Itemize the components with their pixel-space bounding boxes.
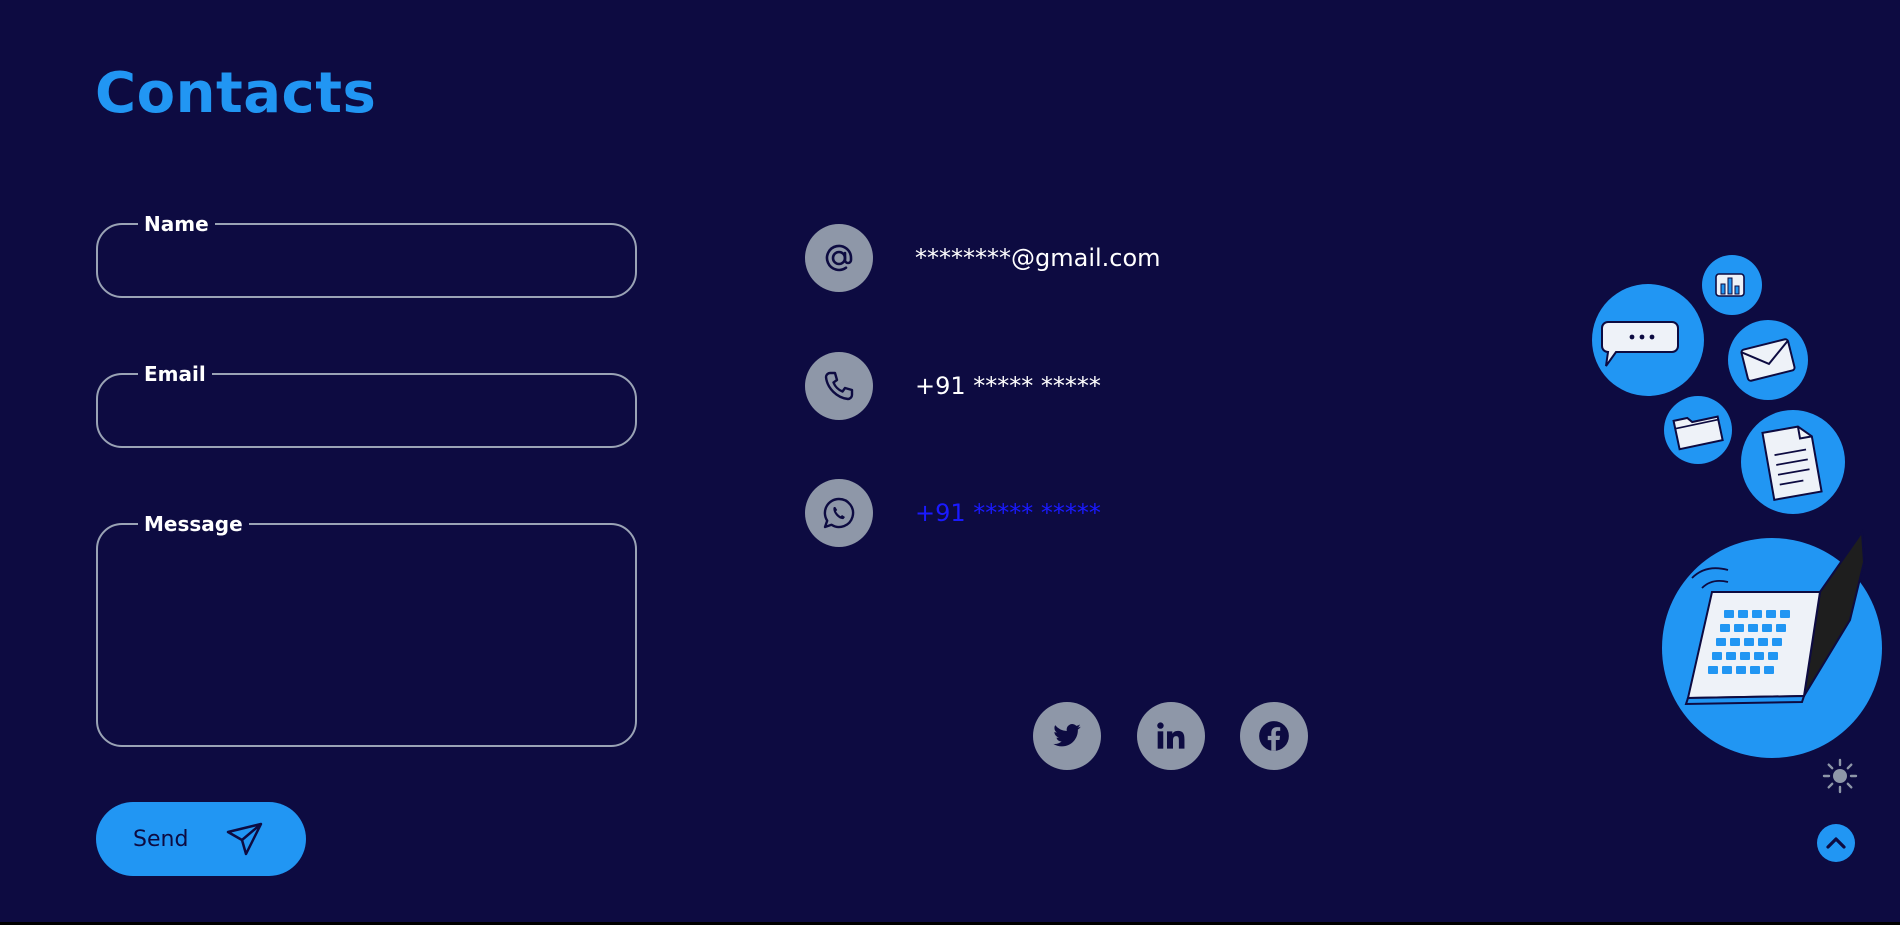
twitter-icon [1053, 724, 1081, 747]
twitter-button[interactable] [1033, 702, 1101, 770]
contact-whatsapp-link[interactable]: +91 ***** ***** [915, 499, 1101, 527]
chart-icon [1702, 255, 1762, 315]
contact-phone-text: +91 ***** ***** [915, 372, 1101, 400]
contact-phone-row: +91 ***** ***** [805, 352, 1101, 420]
email-field[interactable]: Email [96, 362, 637, 448]
whatsapp-icon [805, 479, 873, 547]
document-icon [1741, 410, 1845, 514]
chevron-up-icon [1826, 837, 1846, 849]
name-field[interactable]: Name [96, 212, 637, 298]
laptop-icon [1662, 529, 1882, 758]
contact-email-text: ********@gmail.com [915, 244, 1161, 272]
email-label: Email [144, 362, 206, 386]
page-title: Contacts [95, 61, 377, 126]
message-field[interactable]: Message [96, 512, 637, 747]
linkedin-button[interactable] [1137, 702, 1205, 770]
folder-icon [1664, 396, 1732, 464]
send-button-label: Send [133, 826, 189, 852]
facebook-icon [1259, 721, 1289, 751]
contact-whatsapp-row: +91 ***** ***** [805, 479, 1101, 547]
phone-icon [805, 352, 873, 420]
contact-illustration [1592, 255, 1882, 758]
linkedin-icon [1157, 722, 1185, 749]
message-label: Message [144, 512, 243, 536]
sun-icon[interactable] [1822, 758, 1858, 794]
at-icon [805, 224, 873, 292]
scroll-top-button[interactable] [1817, 824, 1855, 862]
facebook-button[interactable] [1240, 702, 1308, 770]
contact-email-row: ********@gmail.com [805, 224, 1161, 292]
name-label: Name [144, 212, 209, 236]
envelope-icon [1728, 320, 1808, 400]
send-button[interactable]: Send [96, 802, 306, 876]
chat-bubble-icon [1592, 284, 1704, 396]
send-icon [226, 822, 263, 856]
